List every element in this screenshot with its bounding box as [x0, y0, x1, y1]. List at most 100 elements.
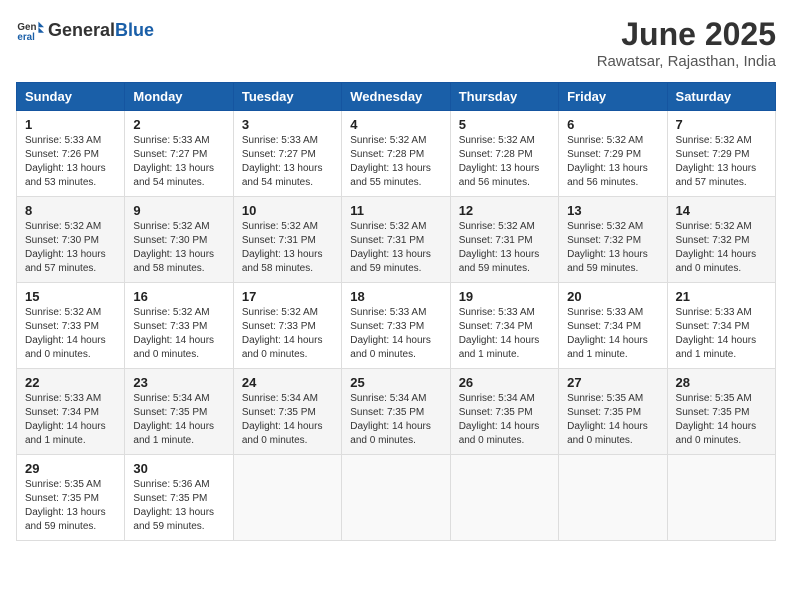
day-number: 14 — [676, 203, 767, 218]
day-number: 15 — [25, 289, 116, 304]
calendar-cell: 1Sunrise: 5:33 AMSunset: 7:26 PMDaylight… — [17, 111, 125, 197]
calendar-cell: 12 Sunrise: 5:32 AMSunset: 7:31 PMDayligh… — [450, 197, 558, 283]
day-number: 2 — [133, 117, 224, 132]
day-info: Sunrise: 5:35 AMSunset: 7:35 PMDaylight:… — [25, 478, 116, 534]
day-info: Sunrise: 5:32 AMSunset: 7:28 PMDaylight:… — [459, 134, 550, 190]
day-info: Sunrise: 5:33 AMSunset: 7:34 PMDaylight:… — [459, 306, 550, 362]
day-number: 6 — [567, 117, 658, 132]
calendar-cell: 21 Sunrise: 5:33 AMSunset: 7:34 PMDayligh… — [667, 283, 775, 369]
day-number: 3 — [242, 117, 333, 132]
calendar-cell: 16 Sunrise: 5:32 AMSunset: 7:33 PMDayligh… — [125, 283, 233, 369]
day-info: Sunrise: 5:32 AMSunset: 7:28 PMDaylight:… — [350, 134, 441, 190]
day-info: Sunrise: 5:32 AMSunset: 7:33 PMDaylight:… — [25, 306, 116, 362]
day-number: 4 — [350, 117, 441, 132]
calendar-cell: 24Sunrise: 5:34 AMSunset: 7:35 PMDayligh… — [233, 369, 341, 455]
day-info: Sunrise: 5:34 AMSunset: 7:35 PMDaylight:… — [133, 392, 224, 448]
day-info: Sunrise: 5:32 AMSunset: 7:33 PMDaylight:… — [242, 306, 333, 362]
calendar-cell: 11 Sunrise: 5:32 AMSunset: 7:31 PMDayligh… — [342, 197, 450, 283]
day-info: Sunrise: 5:32 AMSunset: 7:31 PMDaylight:… — [459, 220, 550, 276]
day-info: Sunrise: 5:33 AMSunset: 7:34 PMDaylight:… — [567, 306, 658, 362]
col-header-sunday: Sunday — [17, 83, 125, 111]
calendar-cell: 17 Sunrise: 5:32 AMSunset: 7:33 PMDayligh… — [233, 283, 341, 369]
day-info: Sunrise: 5:33 AMSunset: 7:33 PMDaylight:… — [350, 306, 441, 362]
day-info: Sunrise: 5:32 AMSunset: 7:29 PMDaylight:… — [567, 134, 658, 190]
calendar-cell: 19 Sunrise: 5:33 AMSunset: 7:34 PMDayligh… — [450, 283, 558, 369]
col-header-friday: Friday — [559, 83, 667, 111]
calendar-cell: 22 Sunrise: 5:33 AMSunset: 7:34 PMDayligh… — [17, 369, 125, 455]
calendar-cell: 6 Sunrise: 5:32 AMSunset: 7:29 PMDaylight… — [559, 111, 667, 197]
col-header-wednesday: Wednesday — [342, 83, 450, 111]
day-info: Sunrise: 5:32 AMSunset: 7:33 PMDaylight:… — [133, 306, 224, 362]
calendar-cell: 23 Sunrise: 5:34 AMSunset: 7:35 PMDayligh… — [125, 369, 233, 455]
day-number: 16 — [133, 289, 224, 304]
day-number: 29 — [25, 461, 116, 476]
calendar-cell: 2 Sunrise: 5:33 AMSunset: 7:27 PMDaylight… — [125, 111, 233, 197]
day-number: 23 — [133, 375, 224, 390]
calendar-week-3: 15 Sunrise: 5:32 AMSunset: 7:33 PMDayligh… — [17, 283, 776, 369]
day-number: 7 — [676, 117, 767, 132]
day-info: Sunrise: 5:35 AMSunset: 7:35 PMDaylight:… — [567, 392, 658, 448]
title-block: June 2025 Rawatsar, Rajasthan, India — [597, 16, 776, 70]
day-number: 21 — [676, 289, 767, 304]
day-info: Sunrise: 5:32 AMSunset: 7:32 PMDaylight:… — [567, 220, 658, 276]
calendar-cell — [233, 455, 341, 541]
calendar-cell: 3Sunrise: 5:33 AMSunset: 7:27 PMDaylight… — [233, 111, 341, 197]
calendar-cell: 14 Sunrise: 5:32 AMSunset: 7:32 PMDayligh… — [667, 197, 775, 283]
day-info: Sunrise: 5:33 AMSunset: 7:34 PMDaylight:… — [25, 392, 116, 448]
day-number: 24 — [242, 375, 333, 390]
calendar-cell: 13Sunrise: 5:32 AMSunset: 7:32 PMDayligh… — [559, 197, 667, 283]
calendar-cell: 26 Sunrise: 5:34 AMSunset: 7:35 PMDayligh… — [450, 369, 558, 455]
day-info: Sunrise: 5:34 AMSunset: 7:35 PMDaylight:… — [459, 392, 550, 448]
day-number: 11 — [350, 203, 441, 218]
logo-text-general: General — [48, 20, 115, 40]
day-number: 26 — [459, 375, 550, 390]
calendar-week-5: 29 Sunrise: 5:35 AMSunset: 7:35 PMDayligh… — [17, 455, 776, 541]
day-info: Sunrise: 5:32 AMSunset: 7:30 PMDaylight:… — [133, 220, 224, 276]
day-info: Sunrise: 5:35 AMSunset: 7:35 PMDaylight:… — [676, 392, 767, 448]
col-header-thursday: Thursday — [450, 83, 558, 111]
day-number: 17 — [242, 289, 333, 304]
calendar-cell: 28 Sunrise: 5:35 AMSunset: 7:35 PMDayligh… — [667, 369, 775, 455]
logo: Gen eral GeneralBlue — [16, 16, 154, 44]
page-header: Gen eral GeneralBlue June 2025 Rawatsar,… — [16, 16, 776, 70]
calendar-cell — [667, 455, 775, 541]
day-info: Sunrise: 5:32 AMSunset: 7:31 PMDaylight:… — [350, 220, 441, 276]
day-number: 12 — [459, 203, 550, 218]
day-number: 22 — [25, 375, 116, 390]
logo-text-blue: Blue — [115, 20, 154, 40]
svg-text:eral: eral — [17, 32, 35, 43]
calendar-cell: 9 Sunrise: 5:32 AMSunset: 7:30 PMDaylight… — [125, 197, 233, 283]
day-number: 18 — [350, 289, 441, 304]
day-number: 28 — [676, 375, 767, 390]
calendar-week-4: 22 Sunrise: 5:33 AMSunset: 7:34 PMDayligh… — [17, 369, 776, 455]
calendar-cell: 18 Sunrise: 5:33 AMSunset: 7:33 PMDayligh… — [342, 283, 450, 369]
col-header-tuesday: Tuesday — [233, 83, 341, 111]
day-info: Sunrise: 5:33 AMSunset: 7:34 PMDaylight:… — [676, 306, 767, 362]
calendar-cell: 25 Sunrise: 5:34 AMSunset: 7:35 PMDayligh… — [342, 369, 450, 455]
col-header-monday: Monday — [125, 83, 233, 111]
day-info: Sunrise: 5:33 AMSunset: 7:27 PMDaylight:… — [133, 134, 224, 190]
calendar-cell — [342, 455, 450, 541]
day-number: 9 — [133, 203, 224, 218]
day-info: Sunrise: 5:32 AMSunset: 7:30 PMDaylight:… — [25, 220, 116, 276]
col-header-saturday: Saturday — [667, 83, 775, 111]
day-number: 1 — [25, 117, 116, 132]
day-number: 10 — [242, 203, 333, 218]
month-title: June 2025 — [597, 16, 776, 53]
day-info: Sunrise: 5:32 AMSunset: 7:29 PMDaylight:… — [676, 134, 767, 190]
day-info: Sunrise: 5:32 AMSunset: 7:31 PMDaylight:… — [242, 220, 333, 276]
calendar-cell: 29 Sunrise: 5:35 AMSunset: 7:35 PMDayligh… — [17, 455, 125, 541]
calendar-cell: 7 Sunrise: 5:32 AMSunset: 7:29 PMDaylight… — [667, 111, 775, 197]
day-info: Sunrise: 5:34 AMSunset: 7:35 PMDaylight:… — [350, 392, 441, 448]
calendar-cell — [450, 455, 558, 541]
calendar-table: SundayMondayTuesdayWednesdayThursdayFrid… — [16, 82, 776, 541]
day-info: Sunrise: 5:36 AMSunset: 7:35 PMDaylight:… — [133, 478, 224, 534]
calendar-cell: 20 Sunrise: 5:33 AMSunset: 7:34 PMDayligh… — [559, 283, 667, 369]
day-info: Sunrise: 5:32 AMSunset: 7:32 PMDaylight:… — [676, 220, 767, 276]
day-number: 25 — [350, 375, 441, 390]
calendar-cell: 5Sunrise: 5:32 AMSunset: 7:28 PMDaylight… — [450, 111, 558, 197]
calendar-cell: 30Sunrise: 5:36 AMSunset: 7:35 PMDayligh… — [125, 455, 233, 541]
day-number: 20 — [567, 289, 658, 304]
day-number: 27 — [567, 375, 658, 390]
day-number: 19 — [459, 289, 550, 304]
